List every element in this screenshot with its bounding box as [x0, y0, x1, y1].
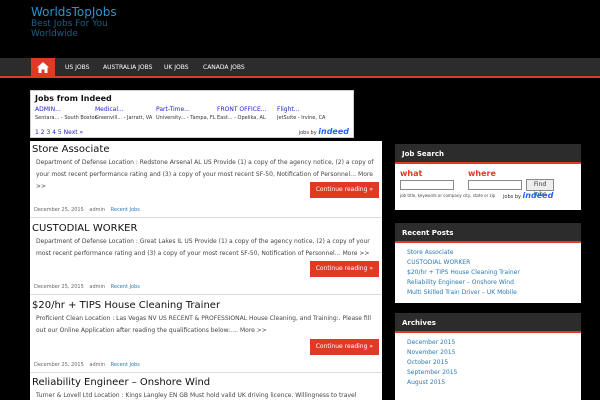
where-input[interactable] [468, 180, 522, 190]
indeed-job-location: Sentara... - South Boston, VA [35, 115, 97, 121]
indeed-job-title[interactable]: Part-Time... [156, 106, 218, 113]
search-hint: job title, keywords or company city, sta… [400, 193, 496, 198]
post-category[interactable]: Recent Jobs [111, 362, 140, 368]
post-meta: December 25, 2015 admin Recent Jobs [34, 207, 144, 213]
post-title[interactable]: $20/hr + TIPS House Cleaning Trainer [32, 300, 220, 311]
indeed-jobs-widget: Jobs from Indeed ADMIN... Sentara... - S… [30, 90, 354, 138]
where-label: where [468, 169, 496, 178]
indeed-jobs-by[interactable]: jobs by indeed [299, 127, 349, 136]
post-meta: December 25, 2015 admin Recent Jobs [34, 362, 144, 368]
post-title[interactable]: Reliability Engineer – Onshore Wind [32, 377, 210, 388]
indeed-job-title[interactable]: Medical... [95, 106, 157, 113]
post-excerpt: Department of Defense Location : Great L… [36, 238, 370, 257]
post-title[interactable]: CUSTODIAL WORKER [32, 223, 137, 234]
find-jobs-button[interactable]: Find Jobs [526, 179, 554, 198]
recent-post-link[interactable]: Multi Skilled Train Driver – UK Mobile [407, 288, 569, 298]
indeed-job: ADMIN... Sentara... - South Boston, VA [35, 106, 97, 121]
divider [30, 294, 382, 295]
nav-item-us-jobs[interactable]: US JOBS [65, 58, 89, 78]
archive-link[interactable]: November 2015 [407, 348, 569, 358]
indeed-job-title[interactable]: FRONT OFFICE... [217, 106, 279, 113]
indeed-job: Medical... Greenvill... - Jarratt, VA [95, 106, 157, 121]
indeed-job-title[interactable]: ADMIN... [35, 106, 97, 113]
recent-post-link[interactable]: Store Associate [407, 248, 569, 258]
continue-reading-button[interactable]: Continue reading » [309, 182, 379, 198]
job-search-form: what where Find Jobs job title, keywords… [395, 164, 581, 210]
jobs-by-label: jobs by [503, 194, 521, 200]
nav-item-uk-jobs[interactable]: UK JOBS [164, 58, 189, 78]
indeed-job-title[interactable]: Flight... [277, 106, 339, 113]
indeed-job-location: Greenvill... - Jarratt, VA [95, 115, 153, 121]
continue-reading-button[interactable]: Continue reading » [309, 261, 379, 277]
site-header: WorldsTopJobs Best Jobs For You Worldwid… [0, 0, 600, 58]
indeed-logo: indeed [522, 191, 554, 200]
recent-posts-list: Store Associate CUSTODIAL WORKER $20/hr … [395, 243, 581, 303]
widget-title: Recent Posts [395, 223, 581, 243]
post-author[interactable]: admin [89, 207, 105, 213]
indeed-job: FRONT OFFICE... East... - Opelika, AL [217, 106, 279, 121]
indeed-jobs-by[interactable]: jobs by indeed [503, 191, 553, 200]
post-author[interactable]: admin [89, 362, 105, 368]
archives-list: December 2015 November 2015 October 2015… [395, 333, 581, 393]
archives-widget: Archives December 2015 November 2015 Oct… [395, 313, 581, 400]
home-button[interactable] [31, 58, 55, 78]
recent-posts-widget: Recent Posts Store Associate CUSTODIAL W… [395, 223, 581, 303]
site-description: Best Jobs For You Worldwide [31, 19, 108, 39]
post-title[interactable]: Store Associate [32, 144, 109, 155]
continue-reading-button[interactable]: Continue reading » [309, 339, 379, 355]
archive-link[interactable]: August 2015 [407, 378, 569, 388]
indeed-job-location: University... - Tampa, FL [156, 115, 216, 121]
main-nav: US JOBS AUSTRALIA JOBS UK JOBS CANADA JO… [0, 58, 600, 78]
job-search-widget: Job Search what where Find Jobs job titl… [395, 144, 581, 210]
what-input[interactable] [400, 180, 454, 190]
recent-post-link[interactable]: Reliability Engineer – Onshore Wind [407, 278, 569, 288]
post-meta: December 25, 2015 admin Recent Jobs [34, 284, 144, 290]
indeed-heading: Jobs from Indeed [35, 94, 112, 103]
site-title[interactable]: WorldsTopJobs [31, 5, 117, 19]
post-author[interactable]: admin [89, 284, 105, 290]
nav-item-canada-jobs[interactable]: CANADA JOBS [203, 58, 245, 78]
post-date: December 25, 2015 [34, 207, 84, 213]
divider [30, 217, 382, 218]
archive-link[interactable]: December 2015 [407, 338, 569, 348]
post-date: December 25, 2015 [34, 362, 84, 368]
divider [30, 372, 382, 373]
post-category[interactable]: Recent Jobs [111, 284, 140, 290]
jobs-by-label: jobs by [298, 130, 317, 136]
recent-post-link[interactable]: $20/hr + TIPS House Cleaning Trainer [407, 268, 569, 278]
post-excerpt: Proficient Clean Location : Las Vegas NV… [36, 315, 371, 334]
home-icon [37, 62, 49, 73]
archive-link[interactable]: September 2015 [407, 368, 569, 378]
what-label: what [400, 169, 423, 178]
post-date: December 25, 2015 [34, 284, 84, 290]
post-list: Store Associate Department of Defense Lo… [30, 141, 382, 400]
recent-post-link[interactable]: CUSTODIAL WORKER [407, 258, 569, 268]
indeed-job-location: JetSuite - Irvine, CA [277, 115, 326, 121]
indeed-logo: indeed [318, 127, 349, 136]
widget-title: Job Search [395, 144, 581, 164]
post-excerpt: Turner & Lovell Ltd Location : Kings Lan… [36, 392, 357, 399]
indeed-pager[interactable]: 1 2 3 4 5 Next » [35, 129, 83, 136]
archive-link[interactable]: October 2015 [407, 358, 569, 368]
indeed-job: Part-Time... University... - Tampa, FL [156, 106, 218, 121]
post-category[interactable]: Recent Jobs [111, 207, 140, 213]
widget-title: Archives [395, 313, 581, 333]
indeed-job: Flight... JetSuite - Irvine, CA [277, 106, 339, 121]
nav-item-australia-jobs[interactable]: AUSTRALIA JOBS [103, 58, 152, 78]
indeed-job-location: East... - Opelika, AL [217, 115, 266, 121]
